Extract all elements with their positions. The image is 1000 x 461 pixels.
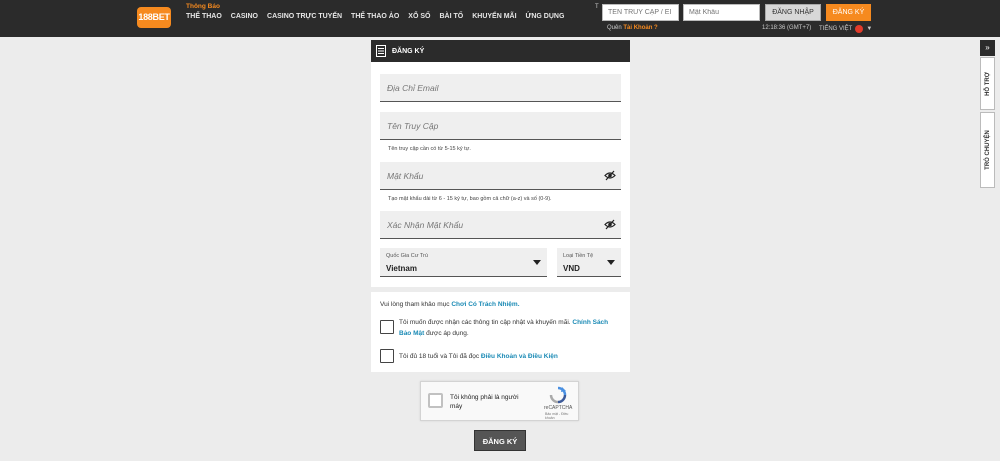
chevron-down-icon: ▼ bbox=[866, 26, 873, 32]
username-field bbox=[380, 112, 621, 140]
username-login-input[interactable] bbox=[602, 4, 679, 21]
document-icon bbox=[376, 45, 386, 57]
recaptcha-widget: Tôi không phải là người máy reCAPTCHA Bả… bbox=[420, 381, 579, 421]
nav-item-sports[interactable]: THỂ THAO bbox=[186, 13, 222, 20]
chat-tab[interactable]: TRÒ CHUYỆN bbox=[980, 112, 995, 188]
country-value: Vietnam bbox=[386, 264, 417, 273]
note-prefix: Vui lòng tham khảo mục bbox=[380, 301, 450, 308]
recaptcha-label: Tôi không phải là người máy bbox=[450, 394, 519, 410]
promo-checkbox[interactable] bbox=[380, 320, 394, 334]
logo[interactable]: 188BET bbox=[137, 7, 171, 28]
country-select[interactable]: Quốc Gia Cư Trú Vietnam bbox=[380, 248, 547, 277]
t-label: T bbox=[595, 4, 599, 10]
support-label: HỖ TRỢ bbox=[984, 71, 991, 96]
password-field bbox=[380, 162, 621, 190]
nav-item-apps[interactable]: ỨNG DỤNG bbox=[526, 13, 565, 20]
username-input[interactable] bbox=[380, 112, 621, 139]
confirm-password-field bbox=[380, 211, 621, 239]
country-label: Quốc Gia Cư Trú bbox=[386, 253, 428, 259]
language-selector[interactable]: TIẾNG VIỆT ▼ bbox=[819, 25, 872, 33]
chat-label: TRÒ CHUYỆN bbox=[984, 130, 991, 170]
nav-item-lottery[interactable]: XỔ SỐ bbox=[408, 13, 430, 20]
eye-slash-icon[interactable] bbox=[604, 170, 616, 181]
login-button[interactable]: ĐĂNG NHẬP bbox=[765, 4, 821, 21]
responsible-gaming-note: Vui lòng tham khảo mục Chơi Có Trách Nhi… bbox=[380, 301, 520, 308]
language-label: TIẾNG VIỆT bbox=[819, 26, 853, 32]
register-title: ĐĂNG KÝ bbox=[392, 47, 425, 55]
caret-down-icon bbox=[607, 260, 615, 265]
nav-item-cards[interactable]: BÀI TỐ bbox=[439, 13, 463, 20]
recaptcha-terms[interactable]: Bảo mật - Điều khoản bbox=[545, 412, 578, 420]
age-checkbox[interactable] bbox=[380, 349, 394, 363]
username-hint: Tên truy cập cần có từ 5-15 ký tự. bbox=[388, 146, 471, 152]
terms-link[interactable]: Điều Khoản và Điều Kiện bbox=[481, 353, 558, 360]
password-input[interactable] bbox=[380, 162, 621, 189]
promo-suffix: được áp dụng. bbox=[426, 330, 469, 337]
collapse-arrow-icon[interactable]: » bbox=[980, 40, 995, 56]
email-field bbox=[380, 74, 621, 102]
responsible-gaming-link[interactable]: Chơi Có Trách Nhiệm. bbox=[451, 301, 519, 308]
clock: 12:18:36 (GMT+7) bbox=[762, 25, 812, 31]
currency-label: Loại Tiền Tệ bbox=[563, 253, 594, 259]
age-text: Tôi đủ 18 tuổi và Tôi đã đọc bbox=[399, 353, 480, 360]
eye-slash-icon[interactable] bbox=[604, 219, 616, 230]
main-nav: THỂ THAO CASINO CASINO TRỰC TUYẾN THỂ TH… bbox=[186, 13, 573, 20]
email-input[interactable] bbox=[380, 74, 621, 101]
nav-item-promotions[interactable]: KHUYẾN MÃI bbox=[472, 13, 516, 20]
flag-icon bbox=[855, 25, 864, 33]
support-tab[interactable]: HỖ TRỢ bbox=[980, 57, 995, 110]
nav-item-live-casino[interactable]: CASINO TRỰC TUYẾN bbox=[267, 13, 342, 20]
notice-link[interactable]: Thông Báo bbox=[186, 3, 220, 10]
register-panel-header: ĐĂNG KÝ bbox=[371, 40, 630, 62]
caret-down-icon bbox=[533, 260, 541, 265]
promo-consent-text: Tôi muốn được nhận các thông tin cập nhậ… bbox=[399, 317, 621, 339]
password-login-input[interactable] bbox=[683, 4, 760, 21]
register-top-button[interactable]: ĐĂNG KÝ bbox=[826, 4, 871, 21]
currency-select[interactable]: Loại Tiền Tệ VND bbox=[557, 248, 621, 277]
nav-item-virtual-sports[interactable]: THỂ THAO ẢO bbox=[351, 13, 399, 20]
promo-text: Tôi muốn được nhận các thông tin cập nhậ… bbox=[399, 319, 571, 326]
recaptcha-brand: reCAPTCHA bbox=[544, 405, 573, 411]
forgot-account: Quên Tài Khoản ? bbox=[607, 25, 658, 31]
nav-item-casino[interactable]: CASINO bbox=[231, 13, 258, 20]
recaptcha-icon bbox=[549, 386, 567, 404]
register-submit-button[interactable]: ĐĂNG KÝ bbox=[474, 430, 526, 451]
password-hint: Tạo mật khẩu dài từ 6 - 15 ký tự, bao gồ… bbox=[388, 196, 552, 202]
age-consent-text: Tôi đủ 18 tuổi và Tôi đã đọc Điều Khoản … bbox=[399, 351, 621, 362]
currency-value: VND bbox=[563, 264, 580, 273]
confirm-password-input[interactable] bbox=[380, 211, 621, 238]
recaptcha-checkbox[interactable] bbox=[428, 393, 443, 408]
forgot-account-link[interactable]: Tài Khoản ? bbox=[623, 25, 657, 31]
forgot-prefix: Quên bbox=[607, 25, 622, 31]
